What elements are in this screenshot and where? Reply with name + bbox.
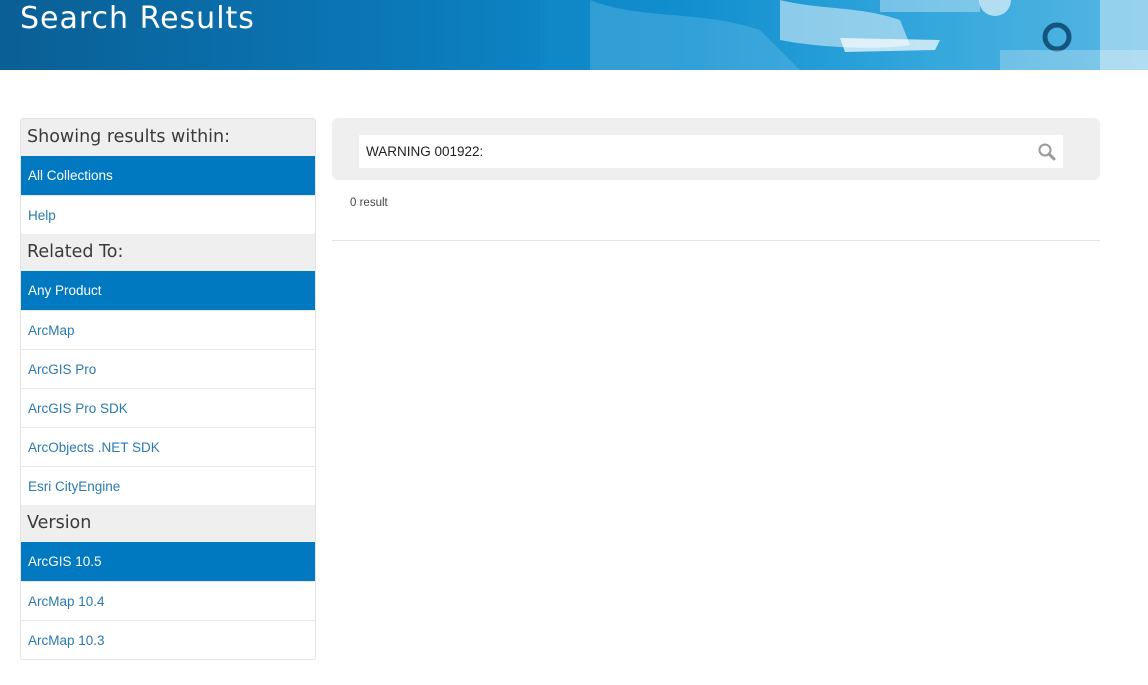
sidebar-item-arcgis-10-5[interactable]: ArcGIS 10.5 — [21, 542, 315, 581]
filter-sidebar: Showing results within: All Collections … — [20, 118, 316, 660]
sidebar-item-arcgis-pro[interactable]: ArcGIS Pro — [21, 349, 315, 388]
sidebar-item-any-product[interactable]: Any Product — [21, 271, 315, 310]
page-title: Search Results — [20, 1, 255, 36]
search-panel — [332, 118, 1100, 180]
search-box — [359, 135, 1063, 168]
sidebar-item-arcobjects-net-sdk[interactable]: ArcObjects .NET SDK — [21, 427, 315, 466]
sidebar-item-all-collections[interactable]: All Collections — [21, 156, 315, 195]
sidebar-heading-version: Version — [21, 505, 315, 542]
sidebar-item-arcmap[interactable]: ArcMap — [21, 310, 315, 349]
result-count: 0 result — [350, 197, 388, 209]
sidebar-heading-collections: Showing results within: — [21, 119, 315, 156]
sidebar-item-esri-cityengine[interactable]: Esri CityEngine — [21, 466, 315, 505]
results-divider — [332, 240, 1100, 241]
search-icon[interactable] — [1035, 140, 1059, 164]
page-banner: Search Results — [0, 0, 1148, 70]
sidebar-item-arcmap-10-4[interactable]: ArcMap 10.4 — [21, 581, 315, 620]
search-input[interactable] — [359, 135, 1029, 168]
sidebar-heading-related: Related To: — [21, 234, 315, 271]
sidebar-item-arcgis-pro-sdk[interactable]: ArcGIS Pro SDK — [21, 388, 315, 427]
sidebar-item-help[interactable]: Help — [21, 195, 315, 234]
sidebar-item-arcmap-10-3[interactable]: ArcMap 10.3 — [21, 620, 315, 659]
